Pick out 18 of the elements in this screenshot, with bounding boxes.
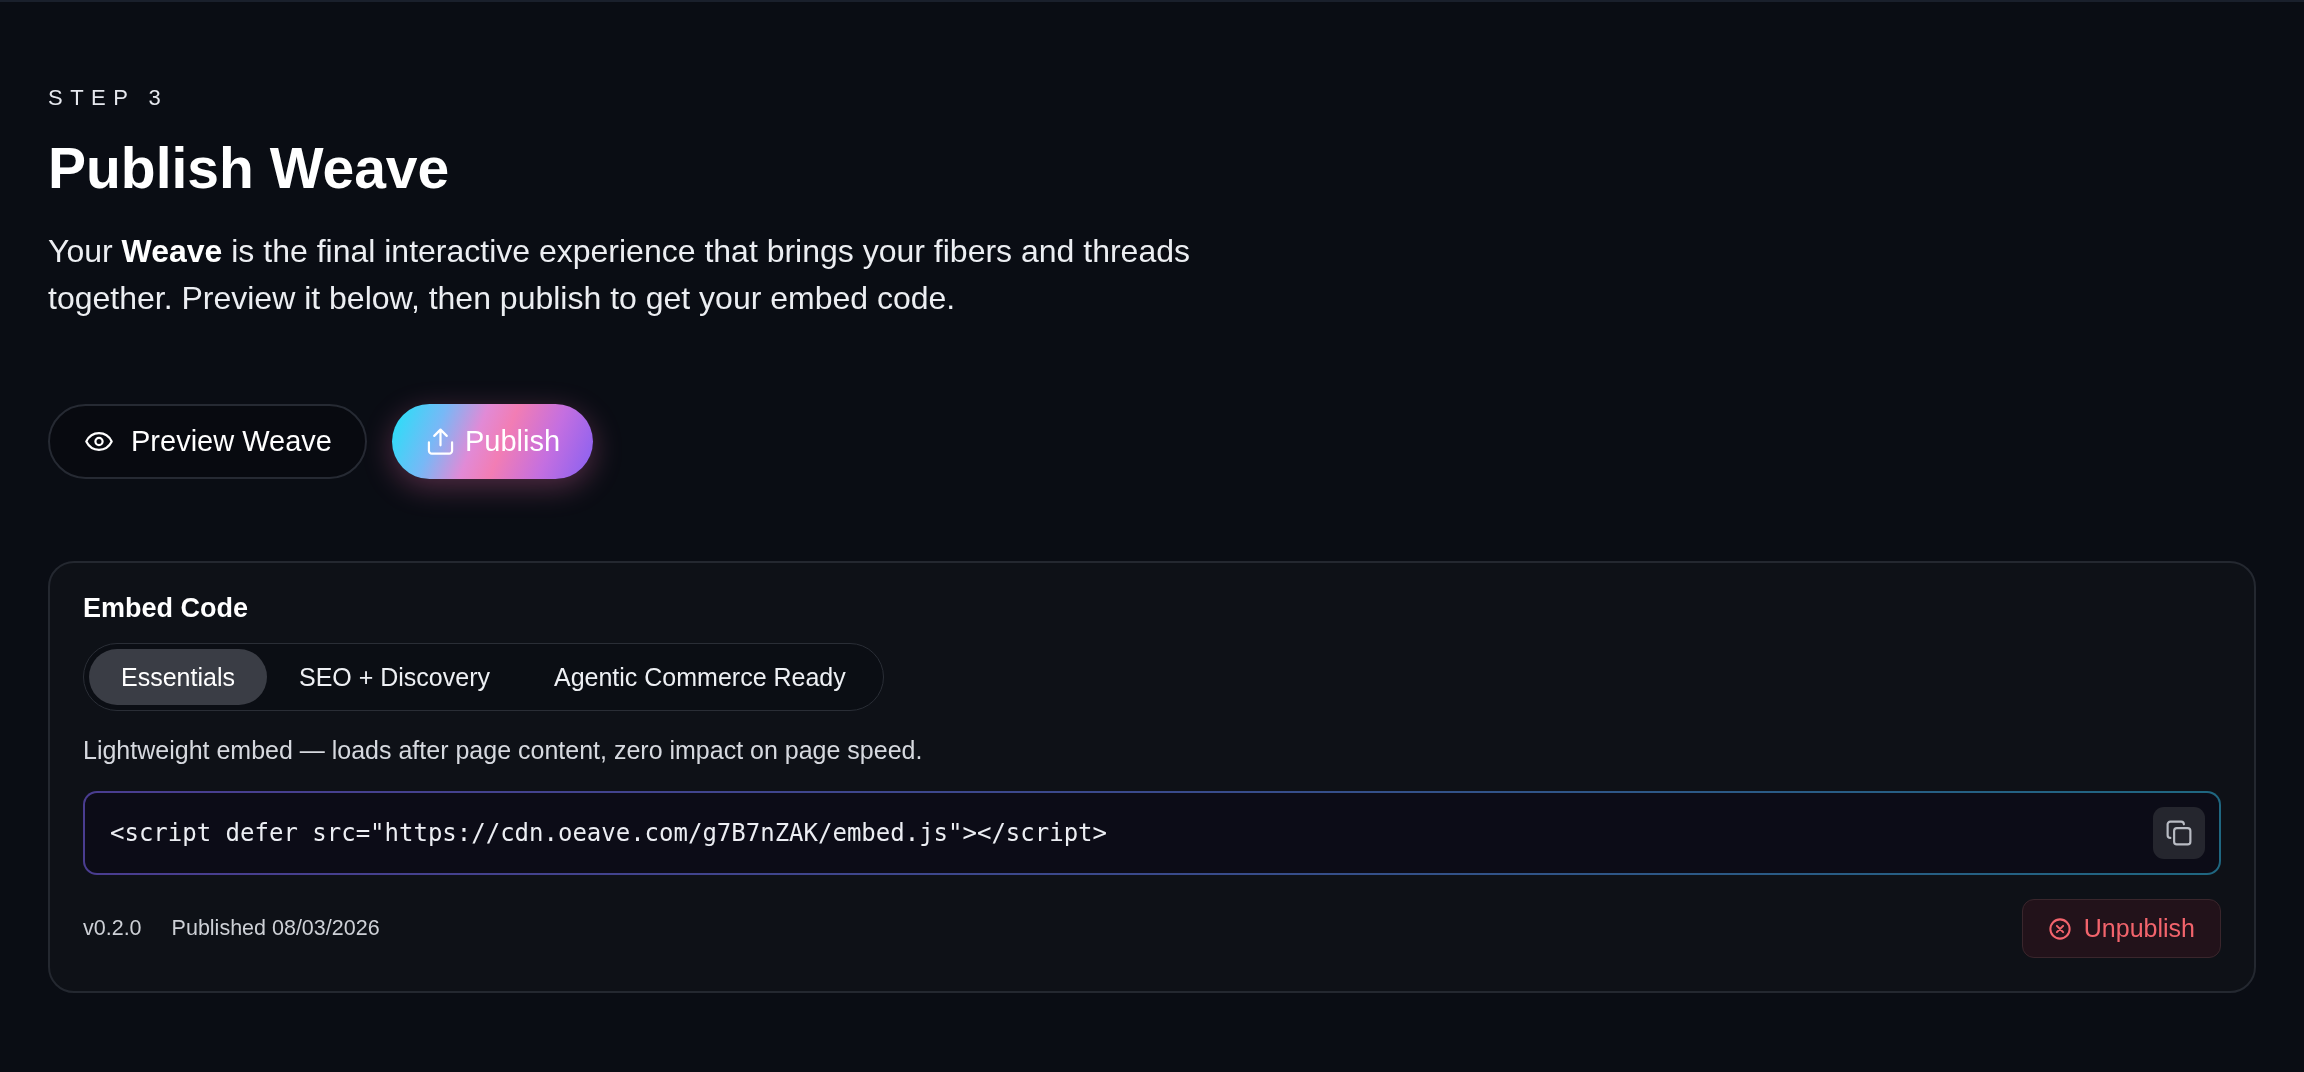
intro-text: Your Weave is the final interactive experience that brings your fibers and threads together. Preview it below, then publish to get your embed code. — [48, 232, 1191, 318]
tab[interactable]: SEO + Discovery — [266, 649, 522, 705]
step-label: STEP 3 — [48, 86, 169, 110]
unpublish-button[interactable]: Unpublish — [2021, 899, 2221, 958]
copy-icon — [2166, 820, 2192, 846]
upload-icon — [426, 428, 454, 455]
embed-description: Lightweight embed — loads after page content, zero impact on page speed. — [83, 735, 924, 765]
x-circle-icon — [2048, 917, 2071, 940]
card-title: Embed Code — [83, 592, 250, 624]
tab[interactable]: Essentials — [89, 649, 267, 705]
copy-button[interactable] — [2153, 807, 2205, 859]
tab[interactable]: Agentic Commerce Ready — [522, 649, 878, 705]
code-text: <script defer src="https://cdn.oeave.com/g7B7nZAK/embed.js"></script> — [110, 819, 1107, 847]
version-label: v0.2.0 — [83, 916, 142, 941]
published-date: Published 08/03/2026 — [171, 916, 380, 941]
eye-icon — [85, 432, 113, 451]
page-title: Publish Weave — [48, 136, 450, 200]
preview-button[interactable]: Preview Weave — [48, 404, 367, 479]
